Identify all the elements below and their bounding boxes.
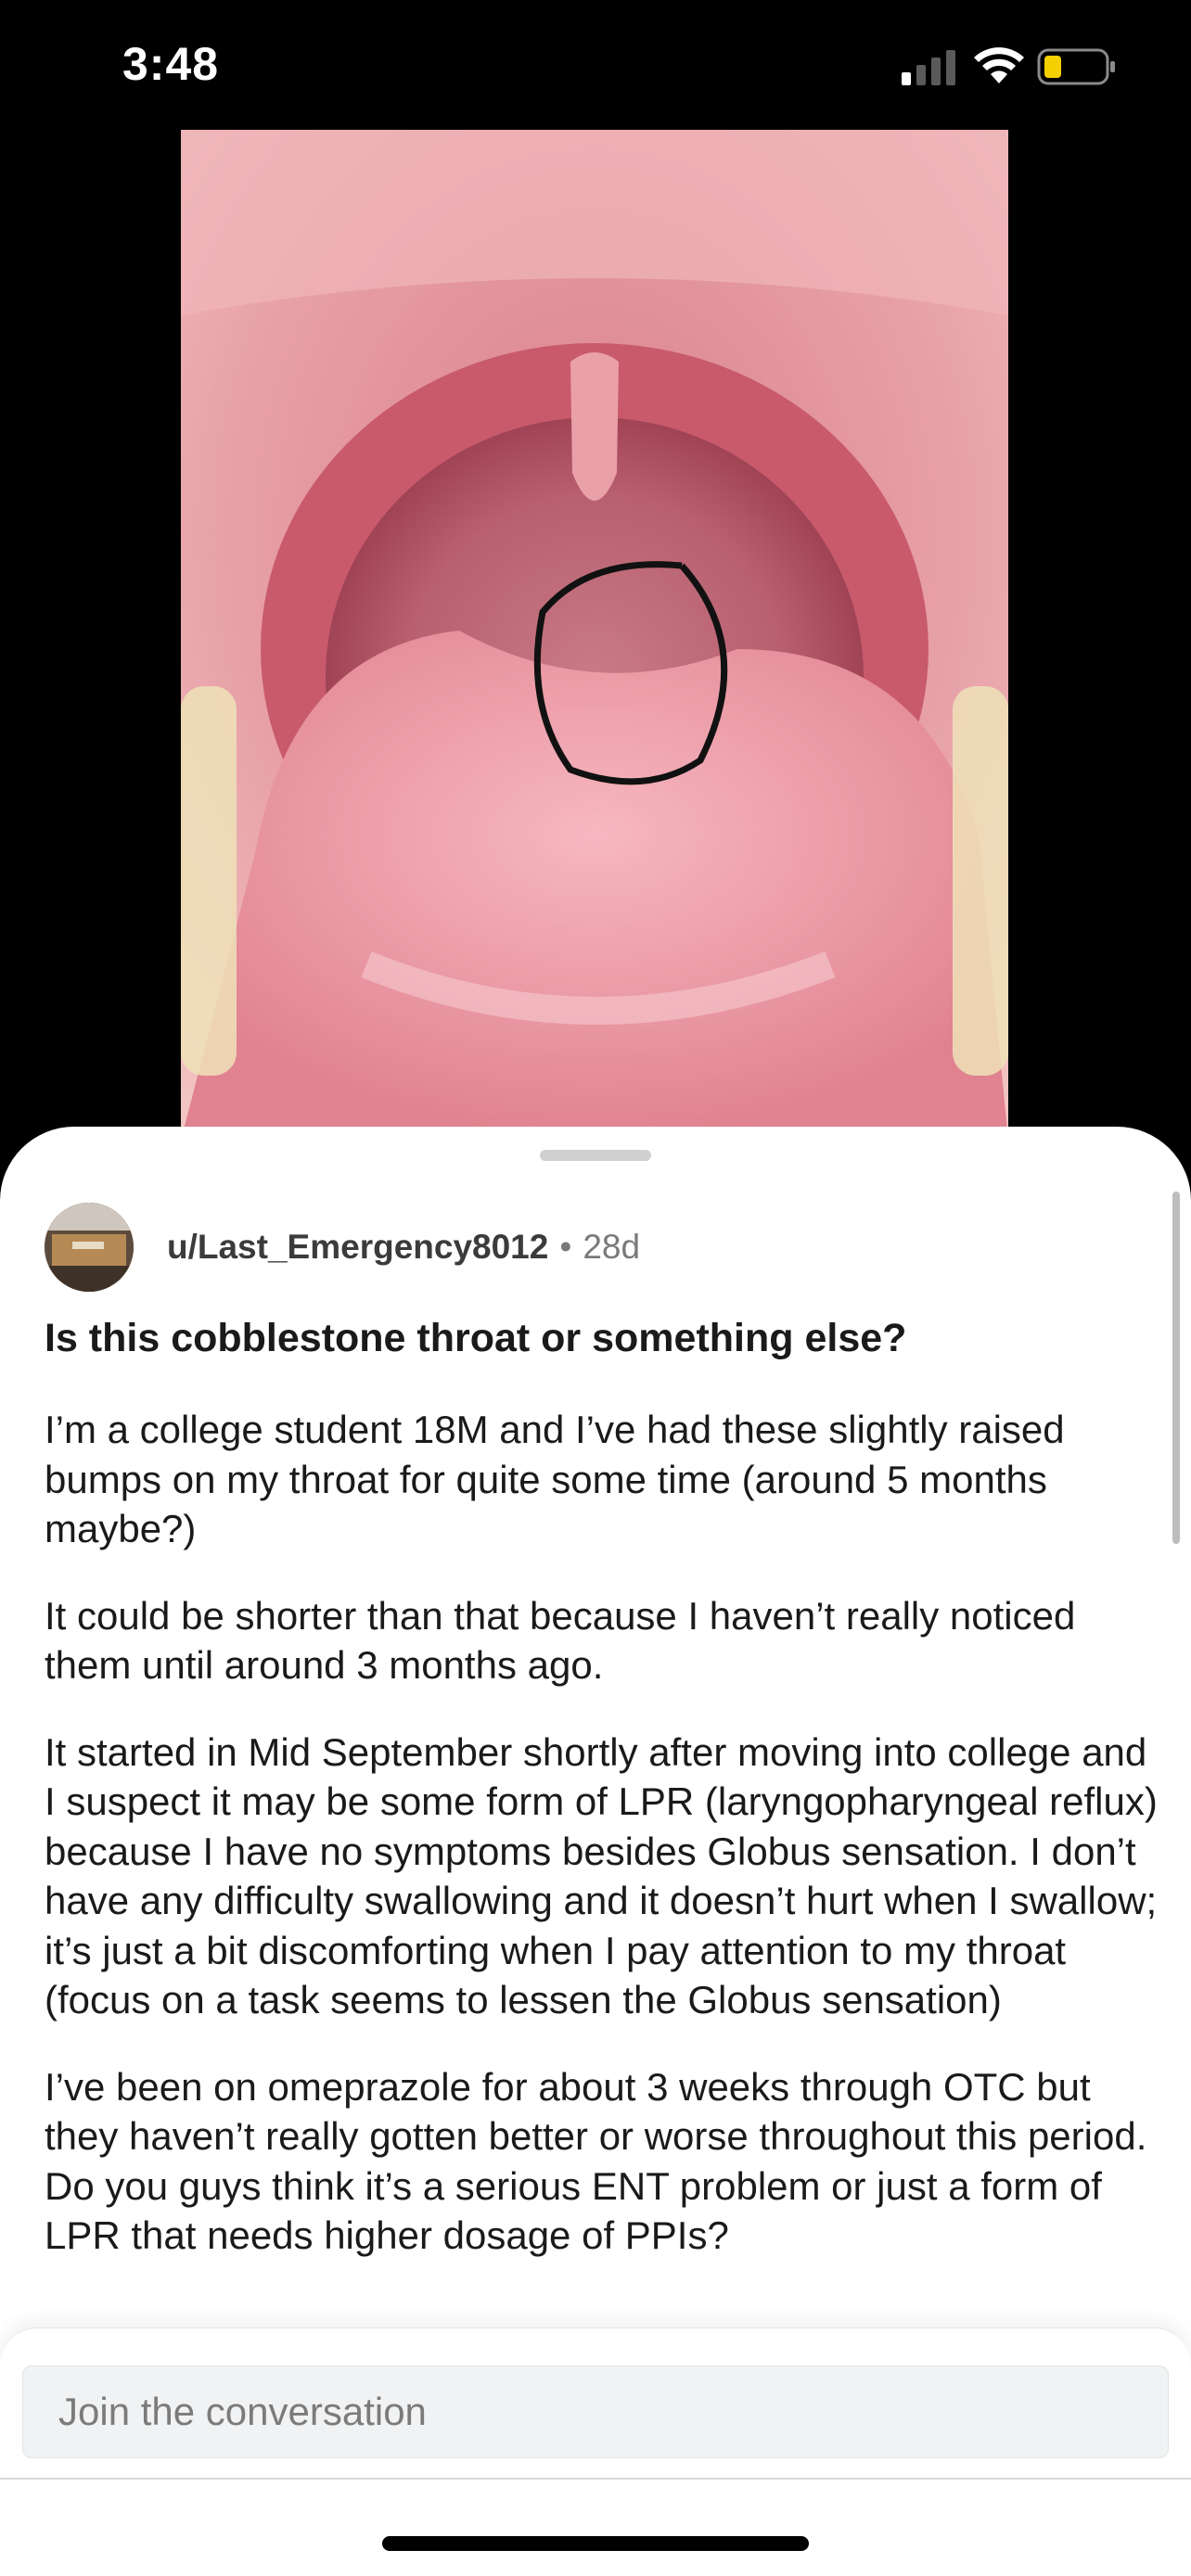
post-paragraph: It could be shorter than that because I … xyxy=(45,1593,1076,1688)
comment-bar xyxy=(0,2327,1191,2476)
post-paragraph: It started in Mid September shortly afte… xyxy=(45,1729,1158,2022)
battery-icon xyxy=(1037,48,1115,85)
post-paragraph: I’m a college student 18M and I’ve had t… xyxy=(45,1408,1065,1550)
status-time: 3:48 xyxy=(122,38,220,90)
home-indicator[interactable] xyxy=(382,2536,809,2551)
wifi-icon xyxy=(974,47,1024,83)
divider xyxy=(0,2478,1191,2480)
post-body: I’m a college student 18M and I’ve had t… xyxy=(45,1405,1158,2298)
cellular-signal-icon xyxy=(902,50,955,85)
throat-photo xyxy=(181,130,1008,1141)
status-bar: 3:48 xyxy=(0,0,1191,130)
post-image[interactable] xyxy=(181,130,1008,1141)
sheet-grabber[interactable] xyxy=(540,1150,651,1161)
post-age: 28d xyxy=(583,1228,641,1266)
scrollbar[interactable] xyxy=(1172,1192,1180,1544)
author-username[interactable]: u/Last_Emergency8012 xyxy=(167,1228,548,1267)
avatar[interactable] xyxy=(45,1203,134,1292)
comment-input[interactable] xyxy=(22,2366,1169,2458)
post-title: Is this cobblestone throat or something … xyxy=(45,1316,907,1360)
meta-separator: • xyxy=(559,1228,572,1266)
post-paragraph: I’ve been on omeprazole for about 3 week… xyxy=(45,2064,1147,2258)
post-meta: u/Last_Emergency8012 • 28d xyxy=(45,1203,640,1292)
